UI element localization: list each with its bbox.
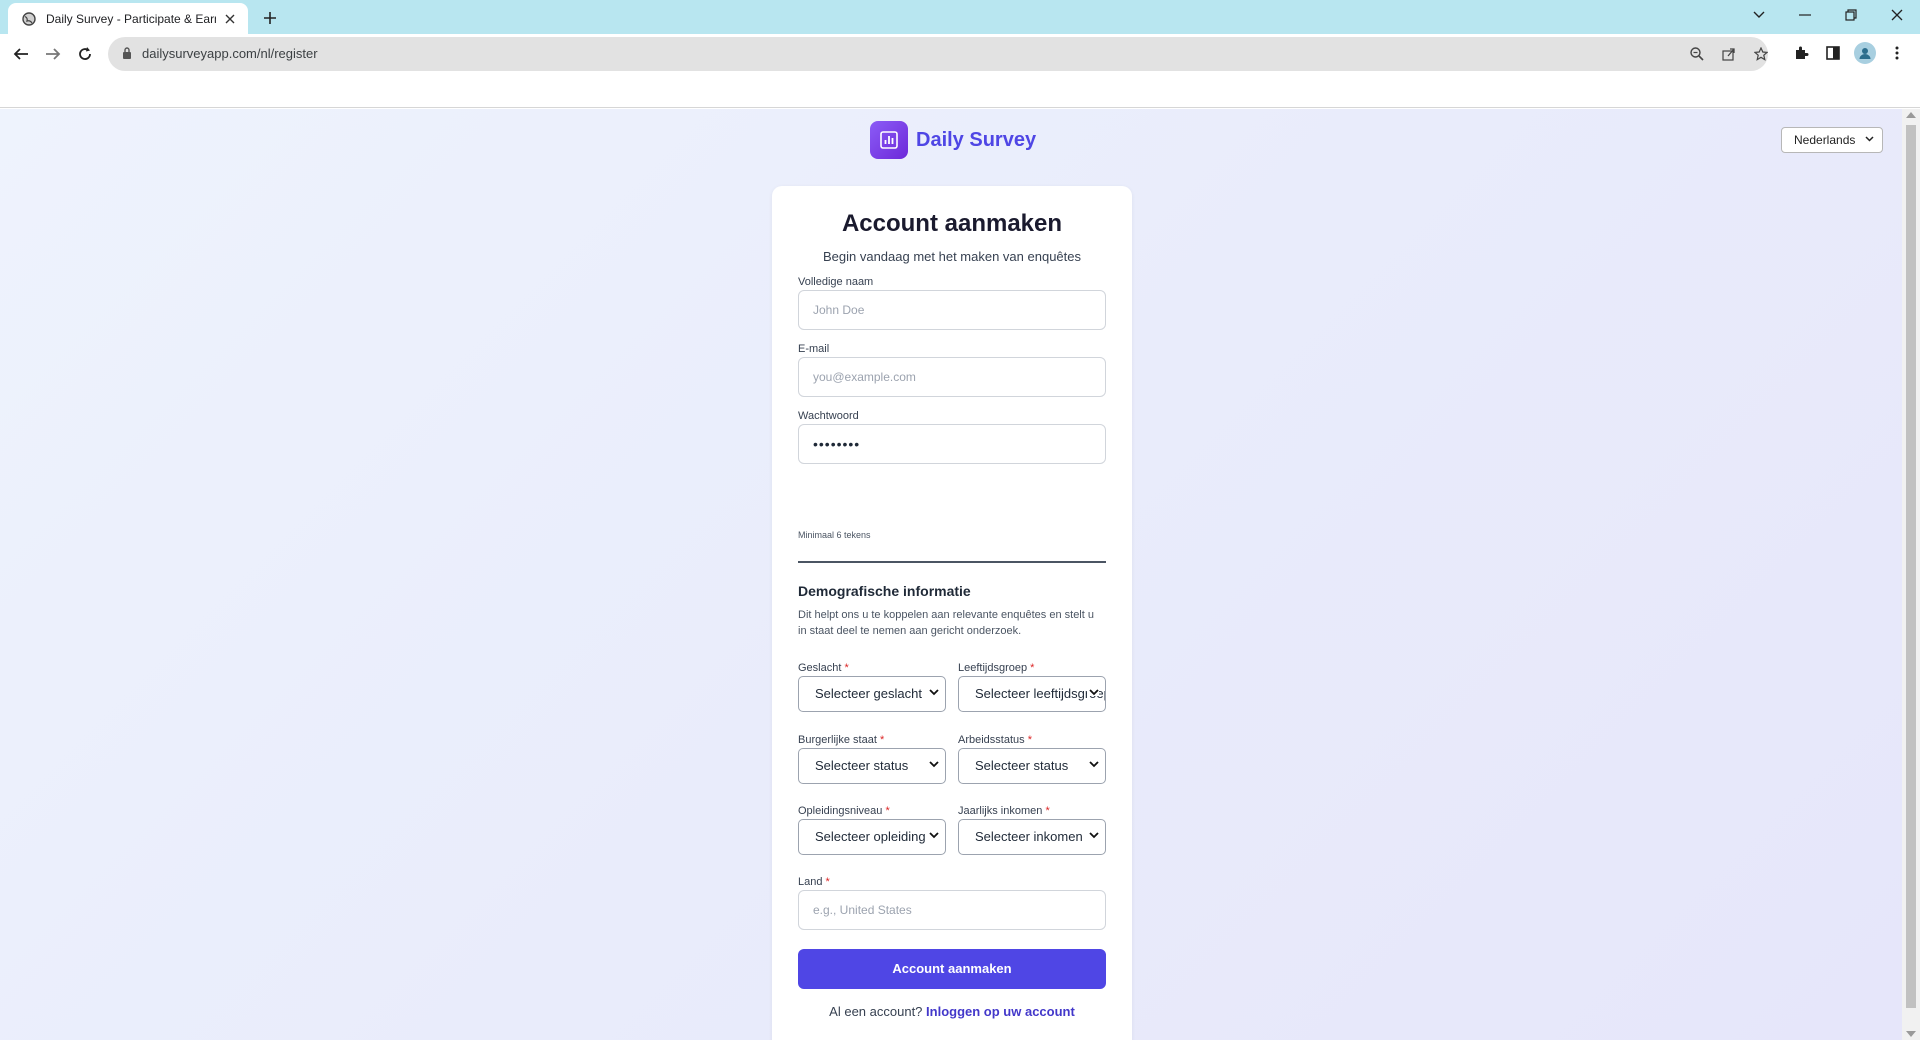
required-mark: * — [1045, 805, 1050, 817]
email-input[interactable]: you@example.com — [798, 357, 1106, 397]
demographics-title: Demografische informatie — [798, 583, 971, 599]
scroll-down-icon[interactable] — [1906, 1031, 1916, 1037]
reload-icon[interactable] — [73, 42, 97, 66]
marital-select[interactable]: Selecteer status — [798, 748, 946, 784]
minimize-icon[interactable] — [1788, 4, 1822, 26]
language-select-value: Nederlands — [1794, 133, 1856, 147]
fullname-input[interactable]: John Doe — [798, 290, 1106, 330]
language-select[interactable]: Nederlands — [1781, 127, 1883, 153]
marital-label-text: Burgerlijke staat — [798, 734, 877, 746]
required-mark: * — [844, 662, 849, 674]
required-mark: * — [1027, 734, 1032, 746]
chevron-down-icon — [1087, 761, 1099, 768]
age-label: Leeftijdsgroep * — [958, 662, 1034, 674]
password-input[interactable]: •••••••• — [798, 424, 1106, 464]
chevron-down-icon — [1865, 136, 1874, 142]
browser-menu-icon[interactable] — [1886, 42, 1908, 64]
chevron-down-icon — [927, 761, 939, 768]
close-window-icon[interactable] — [1880, 4, 1914, 26]
country-input[interactable]: e.g., United States — [798, 890, 1106, 930]
employment-label: Arbeidsstatus * — [958, 734, 1032, 746]
marital-select-value: Selecteer status — [815, 758, 909, 773]
tab-title: Daily Survey - Participate & Earn — [46, 11, 216, 26]
section-divider — [798, 561, 1106, 563]
address-bar[interactable]: dailysurveyapp.com/nl/register — [108, 37, 1768, 71]
url-text: dailysurveyapp.com/nl/register — [142, 46, 318, 61]
register-card: Account aanmaken Begin vandaag met het m… — [772, 186, 1132, 1040]
employment-select[interactable]: Selecteer status — [958, 748, 1106, 784]
required-mark: * — [879, 734, 885, 746]
income-label: Jaarlijks inkomen * — [958, 805, 1050, 817]
bookmarks-bar — [0, 74, 1920, 108]
email-label: E-mail — [798, 343, 830, 355]
globe-icon — [22, 11, 36, 26]
gender-select-value: Selecteer geslacht — [815, 686, 922, 701]
scrollbar-thumb[interactable] — [1906, 125, 1916, 1008]
page-title: Account aanmaken — [841, 210, 1063, 237]
fullname-label: Volledige naam — [798, 276, 874, 288]
chevron-down-icon — [1087, 689, 1099, 696]
gender-label: Geslacht * — [798, 662, 849, 674]
zoom-icon[interactable] — [1688, 45, 1706, 63]
age-select[interactable]: Selecteer leeftijdsgroep — [958, 676, 1106, 712]
browser-tab-strip: Daily Survey - Participate & Earn — [0, 0, 1920, 34]
back-arrow-icon[interactable] — [9, 42, 33, 66]
side-panel-icon[interactable] — [1822, 42, 1844, 64]
password-hint: Minimaal 6 tekens — [798, 530, 871, 540]
page-scrollbar[interactable] — [1902, 109, 1920, 1040]
login-link[interactable]: Inloggen op uw account — [926, 1004, 1075, 1019]
page-background: Daily Survey Nederlands Account aanmaken… — [0, 109, 1902, 1040]
country-label-text: Land — [798, 876, 823, 888]
employment-label-text: Arbeidsstatus — [958, 734, 1025, 746]
new-tab-icon[interactable] — [260, 8, 280, 28]
demographics-description: Dit helpt ons u te koppelen aan relevant… — [798, 609, 1094, 637]
share-icon[interactable] — [1720, 45, 1738, 63]
required-mark: * — [825, 876, 830, 888]
education-label-text: Opleidingsniveau — [798, 805, 883, 817]
tab-search-icon[interactable] — [1742, 4, 1776, 26]
scroll-up-icon[interactable] — [1906, 112, 1916, 118]
login-prompt-text: Al een account? — [829, 1004, 923, 1019]
password-label: Wachtwoord — [798, 410, 859, 422]
create-account-button[interactable]: Account aanmaken — [798, 949, 1106, 989]
lock-icon — [122, 47, 132, 59]
login-prompt: Al een account? Inloggen op uw account — [772, 1004, 1132, 1019]
chevron-down-icon — [1087, 832, 1099, 839]
income-label-text: Jaarlijks inkomen — [958, 805, 1043, 817]
income-select[interactable]: Selecteer inkomen — [958, 819, 1106, 855]
brand-name: Daily Survey — [916, 128, 1037, 151]
extensions-puzzle-icon[interactable] — [1790, 42, 1812, 64]
browser-toolbar: dailysurveyapp.com/nl/register — [0, 34, 1920, 74]
education-select-value: Selecteer opleiding — [815, 829, 926, 844]
marital-label: Burgerlijke staat * — [798, 734, 884, 746]
gender-select[interactable]: Selecteer geslacht — [798, 676, 946, 712]
restore-icon[interactable] — [1834, 4, 1868, 26]
profile-avatar-icon[interactable] — [1854, 42, 1876, 64]
close-tab-icon[interactable] — [222, 11, 238, 27]
country-label: Land * — [798, 876, 830, 888]
required-mark: * — [1030, 662, 1035, 674]
income-select-value: Selecteer inkomen — [975, 829, 1083, 844]
bar-chart-logo-icon — [870, 121, 908, 159]
browser-tab[interactable]: Daily Survey - Participate & Earn — [8, 3, 248, 34]
age-label-text: Leeftijdsgroep — [958, 662, 1028, 674]
chevron-down-icon — [927, 832, 939, 839]
education-label: Opleidingsniveau * — [798, 805, 890, 817]
bookmark-star-icon[interactable] — [1752, 45, 1770, 63]
forward-arrow-icon[interactable] — [41, 42, 65, 66]
gender-label-text: Geslacht — [798, 662, 842, 674]
chevron-down-icon — [927, 689, 939, 696]
brand-header[interactable]: Daily Survey — [870, 121, 1036, 159]
required-mark: * — [885, 805, 890, 817]
employment-select-value: Selecteer status — [975, 758, 1069, 773]
page-subtitle: Begin vandaag met het maken van enquêtes — [822, 249, 1081, 264]
education-select[interactable]: Selecteer opleiding — [798, 819, 946, 855]
